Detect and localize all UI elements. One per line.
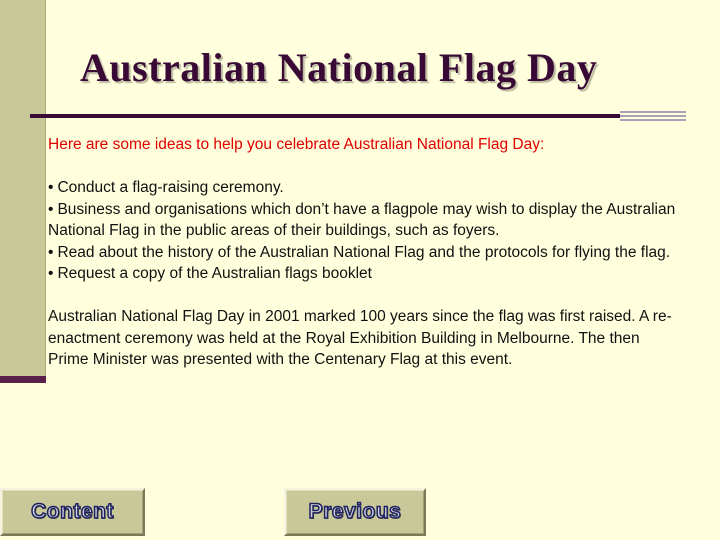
sidebar-accent-bar [0, 376, 46, 383]
divider-accent [620, 111, 686, 121]
bullet-item: • Conduct a flag-raising ceremony. [48, 177, 678, 199]
previous-button-label: Previous [308, 499, 402, 524]
bullet-text: Business and organisations which don’t h… [48, 200, 676, 240]
content-button-label: Content [30, 499, 114, 524]
content-button[interactable]: Content [0, 488, 145, 536]
bullet-item: • Request a copy of the Australian flags … [48, 263, 678, 285]
intro-text: Here are some ideas to help you celebrat… [48, 136, 545, 153]
bullet-icon: • [48, 265, 54, 282]
closing-paragraph: Australian National Flag Day in 2001 mar… [48, 308, 672, 368]
bullet-item: • Business and organisations which don’t … [48, 199, 678, 242]
bullet-icon: • [48, 179, 54, 196]
bullet-item: • Read about the history of the Australia… [48, 242, 678, 264]
sidebar-panel [0, 0, 46, 378]
title-divider [30, 114, 672, 118]
bullet-text: Request a copy of the Australian flags b… [57, 265, 372, 282]
bullet-icon: • [48, 243, 54, 261]
slide-body: Here are some ideas to help you celebrat… [48, 134, 678, 371]
bullet-text: Conduct a flag-raising ceremony. [57, 179, 284, 196]
bullet-text: Read about the history of the Australian… [57, 243, 671, 261]
bullet-icon: • [48, 200, 54, 218]
previous-button[interactable]: Previous [284, 488, 426, 536]
slide-title: Australian National Flag Day [80, 45, 598, 90]
